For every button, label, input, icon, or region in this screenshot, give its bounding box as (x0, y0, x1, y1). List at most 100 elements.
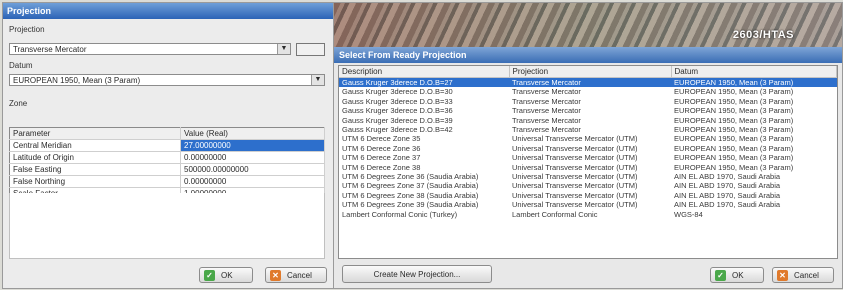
parameter-value-input[interactable]: 27.00000000 (180, 139, 325, 152)
parameter-value-input[interactable]: 0.00000000 (180, 175, 325, 188)
projection-row-datum: EUROPEAN 1950, Mean (3 Param) (674, 162, 794, 172)
check-icon: ✓ (204, 270, 215, 281)
projection-row-datum: EUROPEAN 1950, Mean (3 Param) (674, 96, 794, 106)
projection-row-projection: Transverse Mercator (512, 115, 581, 125)
map-preview: 2603/HTAS (334, 3, 842, 47)
projection-row[interactable]: UTM 6 Degrees Zone 39 (Saudia Arabia) Uni… (339, 200, 837, 209)
projection-settings-button[interactable] (296, 43, 325, 56)
parameter-value-input[interactable]: 0.00000000 (180, 151, 325, 164)
projection-row-datum: EUROPEAN 1950, Mean (3 Param) (674, 143, 794, 153)
cancel-button[interactable]: ✕ Cancel (772, 267, 834, 283)
map-sheet-label: 2603/HTAS (732, 29, 794, 41)
projection-row-datum: EUROPEAN 1950, Mean (3 Param) (674, 115, 794, 125)
parameter-row[interactable]: False Northing 0.00000000 (9, 175, 325, 188)
projection-row[interactable]: Gauss Kruger 3derece D.O.B=30 Transverse … (339, 87, 837, 96)
projection-label: Projection (9, 25, 45, 34)
ready-projection-title: Select From Ready Projection (334, 47, 842, 63)
parameter-row[interactable]: False Easting 500000.00000000 (9, 163, 325, 176)
projection-row-datum: AIN EL ABD 1970, Saudi Arabia (674, 190, 781, 200)
parameter-name: False Northing (9, 175, 181, 188)
projection-row-projection: Universal Transverse Mercator (UTM) (512, 172, 638, 182)
projection-row-datum: EUROPEAN 1950, Mean (3 Param) (674, 134, 794, 144)
parameters-table: Parameter Value (Real) Central Meridian … (9, 127, 325, 200)
projection-row[interactable]: UTM 6 Degrees Zone 37 (Saudia Arabia) Uni… (339, 181, 837, 190)
projection-row[interactable]: Lambert Conformal Conic (Turkey) Lambert … (339, 210, 837, 219)
projection-row[interactable]: UTM 6 Derece Zone 35 Universal Transverse… (339, 134, 837, 143)
projection-row-description: UTM 6 Degrees Zone 37 (Saudia Arabia) (342, 181, 479, 191)
projection-row-datum: EUROPEAN 1950, Mean (3 Param) (674, 87, 794, 97)
projection-row-projection: Universal Transverse Mercator (UTM) (512, 190, 638, 200)
projection-row-projection: Transverse Mercator (509, 77, 671, 88)
projection-row[interactable]: Gauss Kruger 3derece D.O.B=33 Transverse … (339, 97, 837, 106)
projection-row-projection: Universal Transverse Mercator (UTM) (512, 162, 638, 172)
cancel-button-label: Cancel (287, 271, 312, 280)
projection-row[interactable]: Gauss Kruger 3derece D.O.B=27 Transverse … (339, 77, 837, 88)
projection-row-projection: Universal Transverse Mercator (UTM) (512, 200, 638, 210)
projection-row-description: Gauss Kruger 3derece D.O.B=36 (342, 106, 453, 116)
projection-row-description: Gauss Kruger 3derece D.O.B=27 (339, 77, 509, 88)
cancel-icon: ✕ (777, 270, 788, 281)
projection-row-description: Lambert Conformal Conic (Turkey) (342, 209, 458, 219)
projection-row-datum: EUROPEAN 1950, Mean (3 Param) (671, 77, 837, 88)
parameter-row[interactable]: Latitude of Origin 0.00000000 (9, 151, 325, 164)
projection-row-description: UTM 6 Derece Zone 37 (342, 153, 421, 163)
datum-select-value: EUROPEAN 1950, Mean (3 Param) (13, 76, 141, 85)
projection-row-description: UTM 6 Degrees Zone 38 (Saudia Arabia) (342, 190, 479, 200)
ok-button[interactable]: ✓ OK (199, 267, 253, 283)
projection-row[interactable]: UTM 6 Degrees Zone 38 (Saudia Arabia) Uni… (339, 191, 837, 200)
projection-row-projection: Lambert Conformal Conic (512, 209, 598, 219)
projection-row-datum: WGS-84 (674, 209, 703, 219)
parameter-name: False Easting (9, 163, 181, 176)
projection-row-description: UTM 6 Degrees Zone 39 (Saudia Arabia) (342, 200, 479, 210)
projection-row[interactable]: Gauss Kruger 3derece D.O.B=42 Transverse … (339, 125, 837, 134)
projection-row-projection: Universal Transverse Mercator (UTM) (512, 153, 638, 163)
projection-row[interactable]: UTM 6 Derece Zone 38 Universal Transverse… (339, 163, 837, 172)
projection-row-description: Gauss Kruger 3derece D.O.B=30 (342, 87, 453, 97)
chevron-down-icon[interactable]: ▼ (311, 75, 324, 85)
datum-label: Datum (9, 61, 33, 70)
projection-row-projection: Transverse Mercator (512, 125, 581, 135)
projection-row-projection: Universal Transverse Mercator (UTM) (512, 181, 638, 191)
create-new-projection-button[interactable]: Create New Projection... (342, 265, 492, 283)
projection-row-description: UTM 6 Derece Zone 35 (342, 134, 421, 144)
parameter-name: Central Meridian (9, 139, 181, 152)
projection-row[interactable]: UTM 6 Derece Zone 36 Universal Transverse… (339, 144, 837, 153)
projection-list[interactable]: Description Projection Datum Gauss Kruge… (338, 65, 838, 259)
column-header-parameter: Parameter (9, 127, 181, 140)
datum-select[interactable]: EUROPEAN 1950, Mean (3 Param) ▼ (9, 74, 325, 86)
parameter-name: Latitude of Origin (9, 151, 181, 164)
column-header-projection[interactable]: Projection (509, 66, 672, 78)
parameters-header: Parameter Value (Real) (9, 127, 325, 140)
projection-list-header: Description Projection Datum (339, 66, 837, 78)
zone-label: Zone (9, 99, 28, 108)
parameter-value-input[interactable]: 500000.00000000 (180, 163, 325, 176)
projection-row[interactable]: UTM 6 Degrees Zone 36 (Saudia Arabia) Uni… (339, 172, 837, 181)
parameter-row[interactable]: Central Meridian 27.00000000 (9, 139, 325, 152)
projection-row-description: Gauss Kruger 3derece D.O.B=39 (342, 115, 453, 125)
parameters-empty-area (9, 193, 325, 259)
ok-button-label: OK (221, 271, 233, 280)
projection-row-description: UTM 6 Derece Zone 36 (342, 143, 421, 153)
cancel-button[interactable]: ✕ Cancel (265, 267, 327, 283)
projection-row-projection: Transverse Mercator (512, 96, 581, 106)
chevron-down-icon[interactable]: ▼ (277, 44, 290, 54)
projection-select-value: Transverse Mercator (13, 45, 87, 54)
projection-row[interactable]: Gauss Kruger 3derece D.O.B=36 Transverse … (339, 106, 837, 115)
ok-button[interactable]: ✓ OK (710, 267, 764, 283)
check-icon: ✓ (715, 270, 726, 281)
column-header-datum[interactable]: Datum (671, 66, 837, 78)
projection-panel: Projection Projection Transverse Mercato… (2, 2, 334, 289)
projection-row[interactable]: Gauss Kruger 3derece D.O.B=39 Transverse … (339, 116, 837, 125)
projection-row[interactable]: UTM 6 Derece Zone 37 Universal Transverse… (339, 153, 837, 162)
projection-row-projection: Transverse Mercator (512, 87, 581, 97)
projection-select[interactable]: Transverse Mercator ▼ (9, 43, 291, 55)
column-header-value: Value (Real) (180, 127, 325, 140)
projection-row-projection: Universal Transverse Mercator (UTM) (512, 134, 638, 144)
projection-panel-title: Projection (3, 3, 333, 19)
projection-row-datum: AIN EL ABD 1970, Saudi Arabia (674, 172, 781, 182)
ok-button-label: OK (732, 271, 744, 280)
ready-projection-panel: 2603/HTAS Select From Ready Projection D… (333, 2, 843, 289)
projection-row-datum: AIN EL ABD 1970, Saudi Arabia (674, 200, 781, 210)
column-header-description[interactable]: Description (339, 66, 510, 78)
projection-row-description: Gauss Kruger 3derece D.O.B=33 (342, 96, 453, 106)
